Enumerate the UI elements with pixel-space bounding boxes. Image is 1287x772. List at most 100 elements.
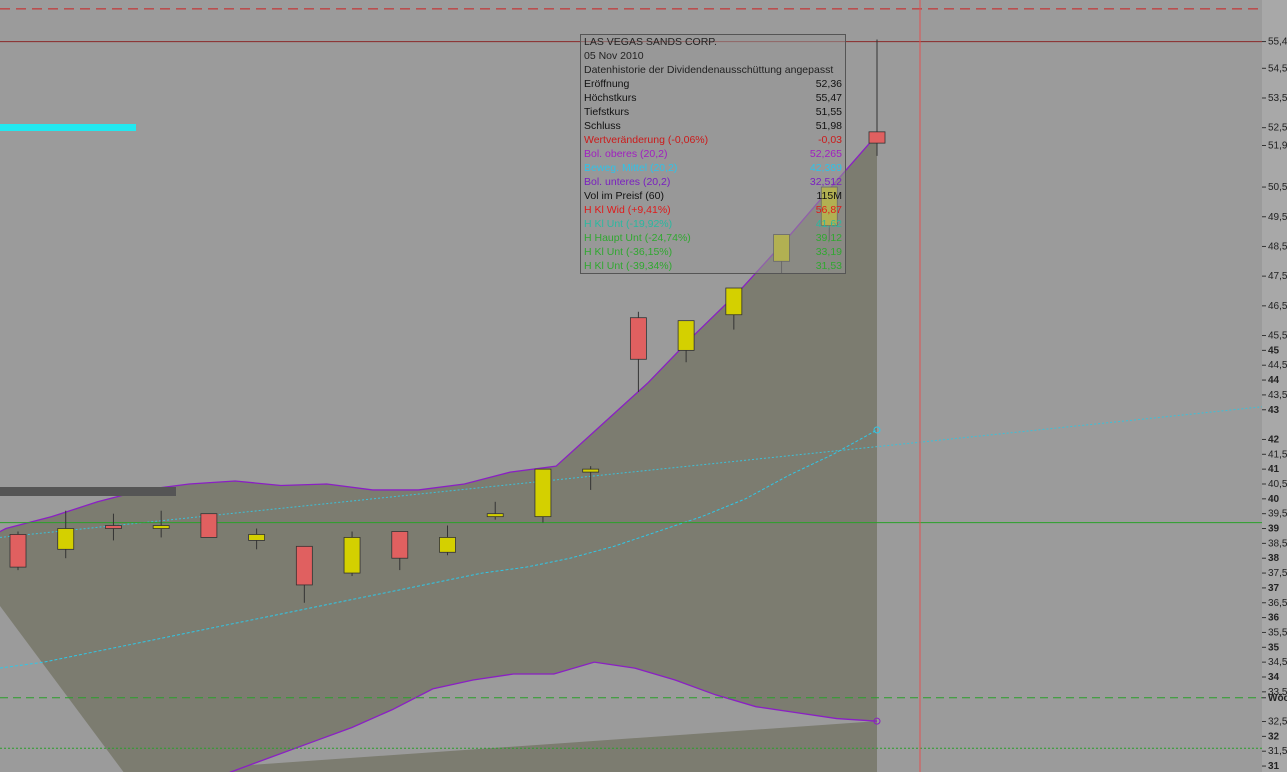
tooltip-row: Tiefstkurs 51,55 [584, 105, 842, 119]
tooltip-row-label: Vol im Preisf (60) [584, 190, 664, 202]
price-axis-label: 52,5 [1268, 123, 1287, 134]
candle-body [57, 528, 75, 550]
tooltip-row: Höchstkurs 55,47 [584, 91, 842, 105]
candle-body [629, 317, 647, 360]
price-axis-label: 44 [1268, 375, 1280, 386]
price-axis-label: 44,5 [1268, 360, 1287, 371]
price-axis-label: Wöc [1268, 693, 1287, 704]
candle-body [725, 287, 743, 316]
candle-body [677, 320, 695, 351]
tooltip-row-label: H Kl Wid (+9,41%) [584, 204, 671, 216]
price-axis-label: 34 [1268, 672, 1280, 683]
candle-body [105, 525, 122, 529]
tooltip-note-text: Datenhistorie der Dividendenausschüttung… [584, 64, 834, 76]
price-axis-label: 32 [1268, 731, 1280, 742]
tooltip-row-label: Beweg. Mittel (20,2) [584, 162, 678, 174]
tooltip-row-value: 42,389 [809, 162, 842, 174]
price-axis-label: 47,5 [1268, 271, 1287, 282]
price-axis-label: 37 [1268, 583, 1280, 594]
price-axis-label: 35,5 [1268, 627, 1287, 638]
tooltip-row-value: 51,55 [815, 106, 842, 118]
price-axis-label: 35 [1268, 642, 1280, 653]
tooltip-row-label: Wertveränderung (-0,06%) [584, 134, 709, 146]
candle-body [534, 468, 552, 518]
tooltip-row: Vol im Preisf (60) 115M [584, 189, 842, 203]
volume-profile-bar [0, 487, 176, 496]
tooltip-row-value: 51,98 [815, 120, 842, 132]
tooltip-row-label: H Kl Unt (-36,15%) [584, 246, 673, 258]
price-axis-label: 31 [1268, 761, 1280, 772]
price-axis-label: 54,5 [1268, 63, 1287, 74]
price-axis-label: 39,5 [1268, 509, 1287, 520]
tooltip-row: Wertveränderung (-0,06%) -0,03 [584, 133, 842, 147]
candle-body [9, 534, 27, 568]
price-axis-label: 37,5 [1268, 568, 1287, 579]
chart-area[interactable]: 55,4 54,5 53,5 52,5 51,9 50,5 49,5 48,5 47,5 46,5… [0, 0, 1287, 772]
tooltip-date: 05 Nov 2010 [584, 49, 842, 63]
price-axis-label: 50,5 [1268, 182, 1287, 193]
candle-body [295, 545, 313, 586]
price-axis-label: 36,5 [1268, 598, 1287, 609]
candle-body [582, 468, 600, 473]
tooltip-row-value: 31,53 [815, 260, 842, 272]
tooltip-row: H Kl Unt (-19,92%) 41,62 [584, 217, 842, 231]
price-axis-label: 49,5 [1268, 212, 1287, 223]
highlight-bar [0, 124, 136, 131]
tooltip-row-value: 56,87 [815, 204, 842, 216]
tooltip-row-label: Tiefstkurs [584, 106, 630, 118]
price-axis-label: 31,5 [1268, 746, 1287, 757]
price-axis-label: 40,5 [1268, 479, 1287, 490]
tooltip-row: Eröffnung 52,36 [584, 77, 842, 91]
tooltip-row: Bol. oberes (20,2) 52,265 [584, 147, 842, 161]
tooltip-row-value: 55,47 [815, 92, 842, 104]
tooltip-row: H Haupt Unt (-24,74%) 39,12 [584, 231, 842, 245]
tooltip-note: Datenhistorie der Dividendenausschüttung… [584, 63, 842, 77]
candle-body [391, 531, 409, 559]
tooltip-row-value: 52,265 [809, 148, 842, 160]
price-axis-label: 41 [1268, 464, 1280, 475]
tooltip-row: Schluss 51,98 [584, 119, 842, 133]
price-axis-label: 48,5 [1268, 241, 1287, 252]
price-axis-label: 36 [1268, 613, 1280, 624]
price-axis-label: 32,5 [1268, 717, 1287, 728]
price-axis-label: 46,5 [1268, 301, 1287, 312]
tooltip-row-value: 115M [816, 190, 843, 202]
tooltip-row-value: 39,12 [815, 232, 842, 244]
price-axis-label: 41,5 [1268, 449, 1287, 460]
candle-body [248, 534, 266, 541]
tooltip-row-label: Schluss [584, 120, 621, 132]
candle-body [486, 513, 504, 518]
tooltip-row-label: H Haupt Unt (-24,74%) [584, 232, 691, 244]
tooltip-row-label: Bol. oberes (20,2) [584, 148, 668, 160]
price-axis-label: 43 [1268, 405, 1280, 416]
tooltip-row-value: 32,512 [809, 176, 842, 188]
tooltip-row-label: H Kl Unt (-19,92%) [584, 218, 673, 230]
tooltip-row: H Kl Unt (-36,15%) 33,19 [584, 245, 842, 259]
candle-body [152, 525, 170, 529]
tooltip-row-value: -0,03 [818, 134, 842, 146]
candle-body [868, 131, 886, 144]
tooltip-row-value: 33,19 [815, 246, 842, 258]
price-axis-label: 45 [1268, 345, 1280, 356]
candle-body [200, 513, 218, 538]
tooltip-row-label: H Kl Unt (-39,34%) [584, 260, 673, 272]
candle-body [439, 537, 456, 553]
price-axis-label: 34,5 [1268, 657, 1287, 668]
price-axis-label: 38,5 [1268, 538, 1287, 549]
tooltip-row: Bol. unteres (20,2) 32,512 [584, 175, 842, 189]
tooltip-title: LAS VEGAS SANDS CORP. [584, 35, 842, 49]
tooltip-row-value: 52,36 [815, 78, 842, 90]
price-axis-label: 42 [1268, 434, 1280, 445]
tooltip-date-text: 05 Nov 2010 [584, 50, 644, 62]
price-axis-label: 40 [1268, 494, 1280, 505]
price-axis-label: 55,4 [1268, 37, 1287, 48]
candle-body [343, 537, 361, 574]
data-tooltip: LAS VEGAS SANDS CORP. 05 Nov 2010 Datenh… [580, 34, 846, 274]
tooltip-row-label: Bol. unteres (20,2) [584, 176, 671, 188]
price-axis-label: 43,5 [1268, 390, 1287, 401]
tooltip-row-value: 41,62 [815, 218, 842, 230]
tooltip-row-label: Eröffnung [584, 78, 630, 90]
tooltip-row: H Kl Unt (-39,34%) 31,53 [584, 259, 842, 273]
tooltip-row-label: Höchstkurs [584, 92, 637, 104]
price-axis-label: 53,5 [1268, 93, 1287, 104]
